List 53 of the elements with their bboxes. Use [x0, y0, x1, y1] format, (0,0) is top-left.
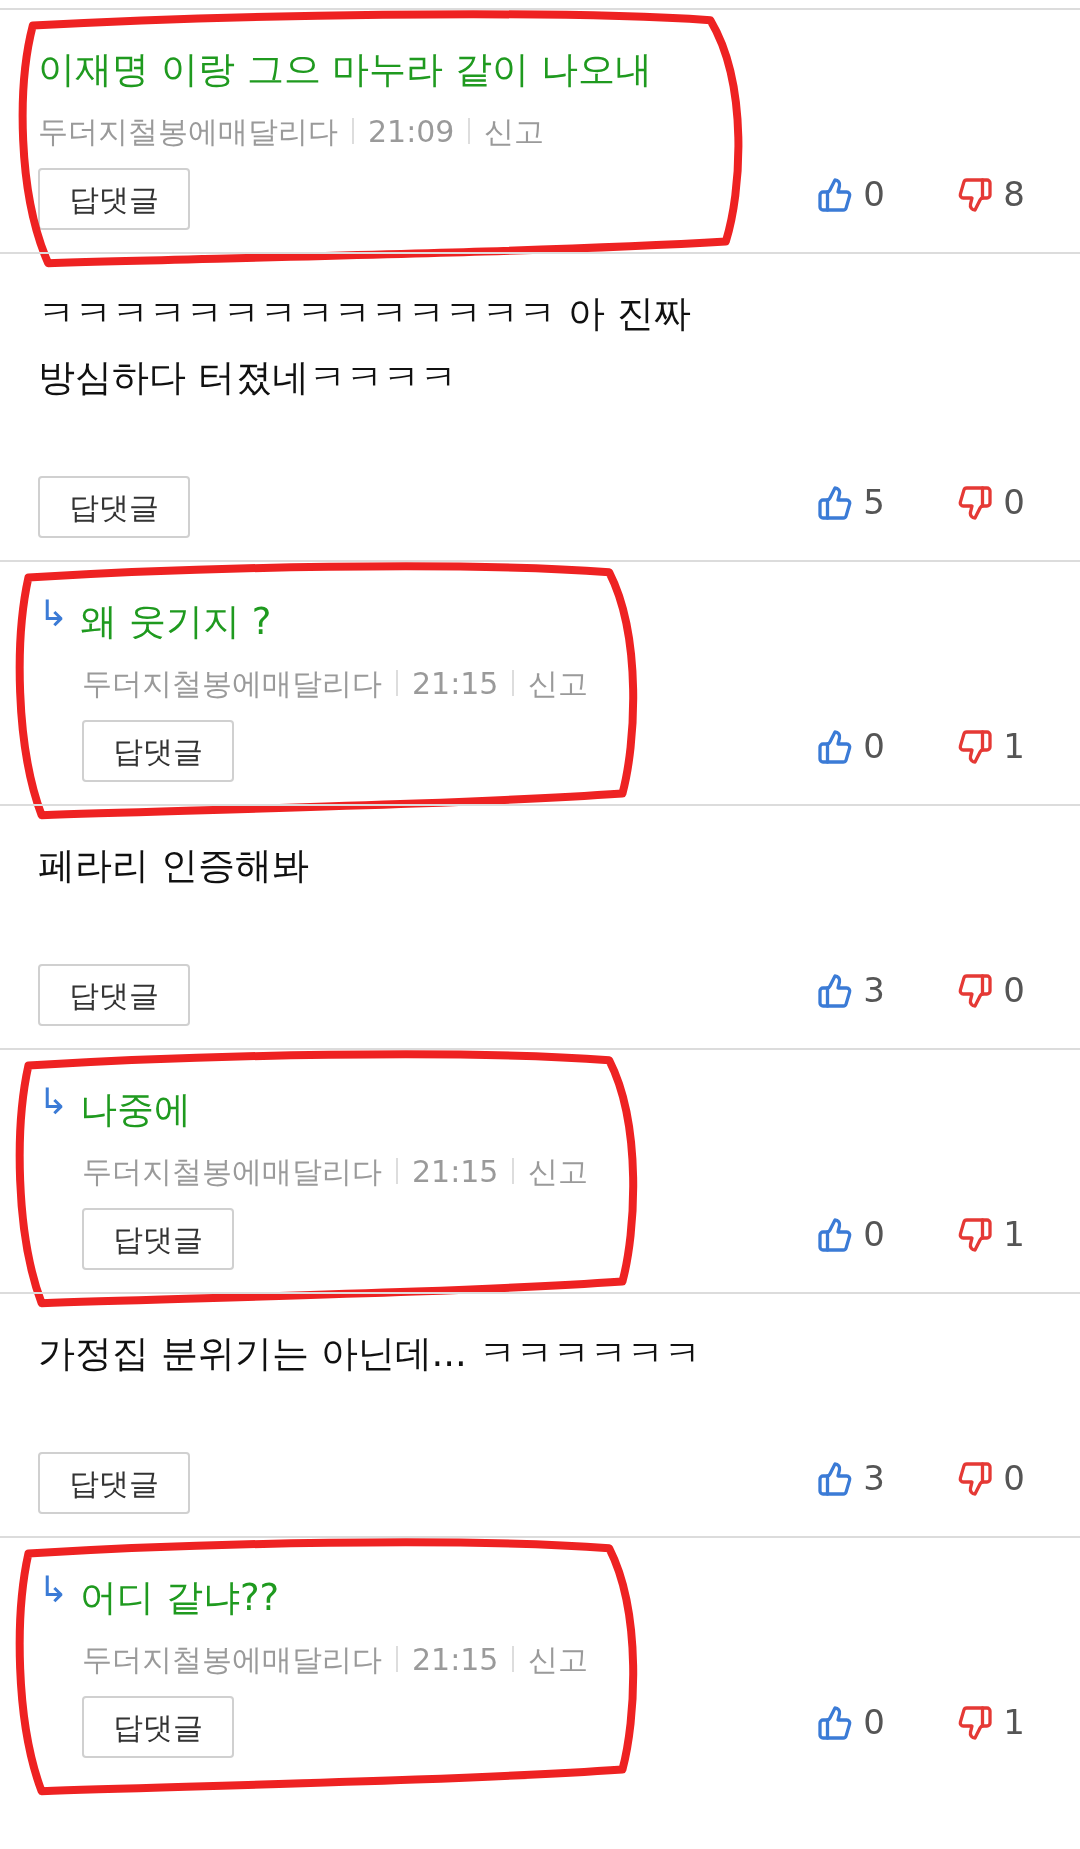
reply-arrow: ↳: [38, 1568, 69, 1612]
like-count: 3: [863, 1457, 886, 1500]
reply-button[interactable]: 답댓글: [82, 1208, 234, 1270]
author-name: 두더지철봉에매달리다: [38, 112, 338, 151]
reply-button[interactable]: 답댓글: [82, 1696, 234, 1758]
dislike-count: 1: [1003, 1701, 1025, 1744]
thumbs-up-icon[interactable]: [817, 728, 854, 765]
thumbs-down-icon[interactable]: [957, 972, 994, 1009]
like-count: 0: [863, 1213, 886, 1256]
dislike-count: 1: [1003, 725, 1025, 768]
thumbs-up-icon[interactable]: [817, 1216, 854, 1253]
thumbs-down-icon[interactable]: [957, 1216, 994, 1253]
comment-text: 이재명 이랑 그으 마누라 같이 나오내: [38, 47, 652, 93]
comment-time: 21:15: [412, 664, 499, 703]
like-count: 3: [863, 969, 886, 1012]
dislike-count: 0: [1003, 1457, 1025, 1500]
reply-button[interactable]: 답댓글: [38, 476, 190, 538]
reply-button[interactable]: 답댓글: [38, 964, 190, 1026]
comment-time: 21:09: [368, 112, 455, 151]
dislike-count: 0: [1003, 481, 1025, 524]
like-count: 0: [863, 1701, 886, 1744]
thumbs-up-icon[interactable]: [817, 1460, 854, 1497]
reply-button[interactable]: 답댓글: [38, 1452, 190, 1514]
dislike-count: 0: [1003, 969, 1025, 1012]
reply-button[interactable]: 답댓글: [38, 168, 190, 230]
thumbs-up-icon[interactable]: [817, 484, 854, 521]
comment-text: 나중에: [80, 1087, 192, 1133]
reply-arrow: ↳: [38, 592, 69, 636]
dislike-count: 8: [1003, 173, 1025, 216]
comment-text: 페라리 인증해봐: [38, 843, 309, 889]
thumbs-down-icon[interactable]: [957, 1460, 994, 1497]
thumbs-up-icon[interactable]: [817, 972, 854, 1009]
comment-time: 21:15: [412, 1640, 499, 1679]
reply-button[interactable]: 답댓글: [82, 720, 234, 782]
thumbs-down-icon[interactable]: [957, 484, 994, 521]
dislike-count: 1: [1003, 1213, 1025, 1256]
thumbs-down-icon[interactable]: [957, 176, 994, 213]
comment-time: 21:15: [412, 1152, 499, 1191]
comment-text: 왜 웃기지 ?: [80, 599, 272, 645]
reply-arrow: ↳: [38, 1080, 69, 1124]
comment-text: 어디 같냐??: [80, 1575, 280, 1621]
thumbs-down-icon[interactable]: [957, 1704, 994, 1741]
author-name: 두더지철봉에매달리다: [82, 1152, 382, 1191]
like-count: 0: [863, 173, 886, 216]
like-count: 0: [863, 725, 886, 768]
author-name: 두더지철봉에매달리다: [82, 664, 382, 703]
author-name: 두더지철봉에매달리다: [82, 1640, 382, 1679]
thumbs-up-icon[interactable]: [817, 176, 854, 213]
thumbs-down-icon[interactable]: [957, 728, 994, 765]
thumbs-up-icon[interactable]: [817, 1704, 854, 1741]
like-count: 5: [863, 481, 886, 524]
comment-text: 가정집 분위기는 아닌데... ㅋㅋㅋㅋㅋㅋ: [38, 1331, 701, 1377]
comment-text: ㅋㅋㅋㅋㅋㅋㅋㅋㅋㅋㅋㅋㅋㅋ 아 진짜 방심하다 터졌네ㅋㅋㅋㅋ: [38, 291, 692, 401]
